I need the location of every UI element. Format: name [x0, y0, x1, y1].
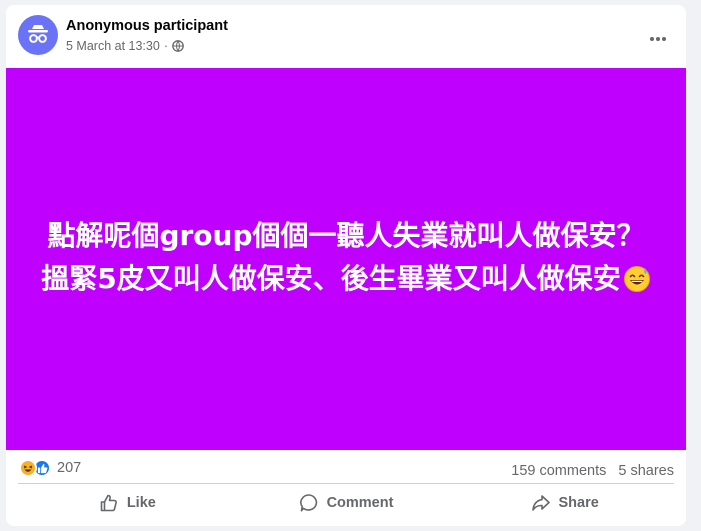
like-button[interactable]: Like	[18, 485, 237, 521]
actions-divider	[18, 483, 674, 484]
engagement-counts: 159 comments 5 shares	[511, 463, 674, 479]
post-actions-bar: Like Comment Share	[18, 485, 674, 521]
author-name[interactable]: Anonymous participant	[66, 18, 228, 34]
share-button[interactable]: Share	[455, 485, 674, 521]
anonymous-avatar[interactable]	[18, 15, 58, 55]
reaction-count: 207	[57, 460, 82, 476]
share-label: Share	[558, 495, 599, 511]
comment-label: Comment	[326, 495, 394, 511]
meta-separator: ·	[163, 39, 168, 53]
incognito-icon	[28, 25, 48, 43]
haha-reaction-icon	[19, 459, 37, 477]
post-text-block: 點解呢個group個個一聽人失業就叫人做保安？搵緊5皮又叫人做保安、後生畢業又叫…	[34, 214, 658, 305]
reactions-summary[interactable]: 207	[19, 459, 81, 477]
post-meta: 5 March at 13:30 ·	[66, 39, 184, 53]
post-text: 點解呢個group個個一聽人失業就叫人做保安？搵緊5皮又叫人做保安、後生畢業又叫…	[41, 218, 645, 295]
thumbs-up-icon	[100, 494, 117, 512]
comments-count-link[interactable]: 159 comments	[511, 463, 606, 479]
post-background[interactable]: 點解呢個group個個一聽人失業就叫人做保安？搵緊5皮又叫人做保安、後生畢業又叫…	[6, 68, 686, 450]
like-label: Like	[126, 495, 156, 511]
comment-bubble-icon	[299, 494, 317, 512]
post-card: Anonymous participant 5 March at 13:30 ·…	[6, 5, 686, 526]
grinning-sweat-emoji	[623, 262, 651, 305]
globe-icon[interactable]	[172, 40, 184, 52]
share-arrow-icon	[531, 495, 550, 511]
ellipsis-icon	[650, 37, 666, 41]
post-stats: 207 159 comments 5 shares	[6, 450, 686, 484]
more-options-button[interactable]	[640, 21, 676, 57]
comment-button[interactable]: Comment	[237, 485, 456, 521]
post-header: Anonymous participant 5 March at 13:30 ·	[6, 5, 686, 68]
shares-count-link[interactable]: 5 shares	[618, 463, 674, 479]
post-date[interactable]: 5 March at 13:30	[66, 39, 160, 53]
